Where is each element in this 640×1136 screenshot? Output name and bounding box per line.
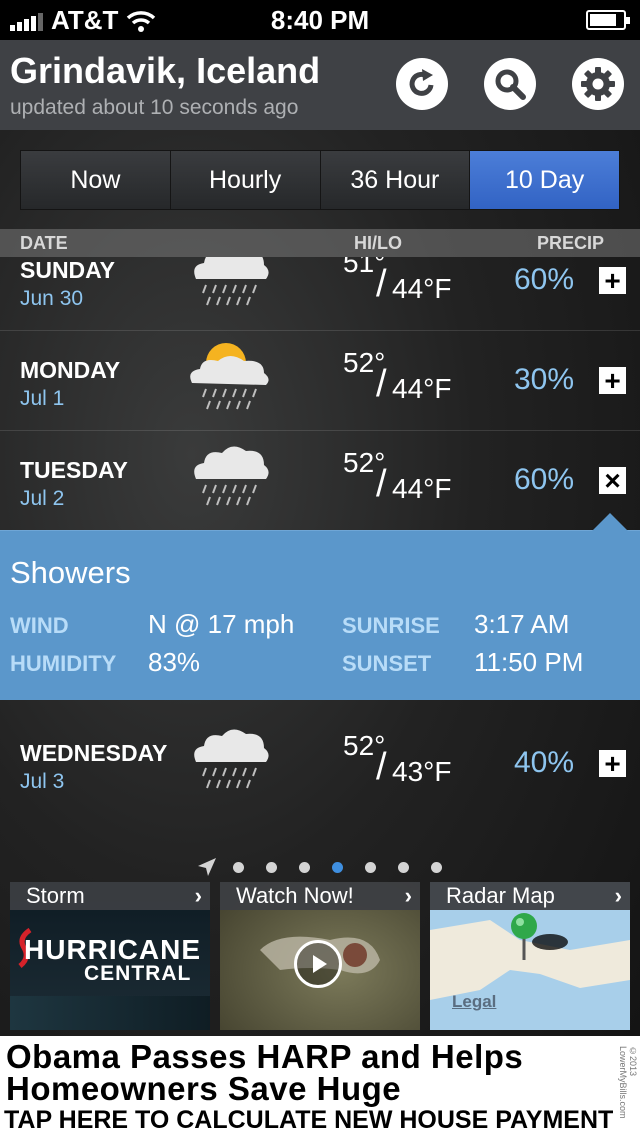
row-date: Jul 3: [20, 770, 65, 793]
tile-title: Watch Now!: [236, 883, 354, 908]
row-day: TUESDAY: [20, 457, 128, 483]
row-precip: 60%: [514, 263, 575, 296]
row-precip: 30%: [514, 363, 575, 396]
column-date: DATE: [20, 233, 68, 253]
play-button[interactable]: [294, 940, 342, 988]
forecast-row-monday[interactable]: MONDAY Jul 1 52° / 44°F 30% +: [0, 331, 640, 431]
collapse-button[interactable]: ×: [599, 467, 626, 495]
storm-tile[interactable]: Storm › HURRICANE CENTRAL: [10, 882, 210, 1030]
battery-icon: [586, 10, 630, 30]
ad-cta: TAP HERE TO CALCULATE NEW HOUSE PAYMENT: [4, 1106, 614, 1134]
page-dot[interactable]: [266, 861, 277, 873]
ad-headline-line2: Homeowners Save Huge: [6, 1070, 402, 1107]
row-low: 44°F: [392, 373, 452, 404]
page-dot[interactable]: [431, 861, 442, 873]
row-day: WEDNESDAY: [20, 740, 168, 766]
row-precip: 60%: [514, 463, 575, 496]
settings-button[interactable]: [572, 58, 624, 110]
wind-value: N @ 17 mph: [148, 609, 295, 639]
clock: 8:40 PM: [270, 5, 370, 35]
hilo-separator: /: [376, 463, 387, 505]
hilo-separator: /: [376, 746, 387, 788]
location-title[interactable]: Grindavik, Iceland: [10, 50, 320, 92]
humidity-value: 83%: [148, 647, 201, 677]
search-icon: [495, 69, 526, 100]
row-day: SUNDAY: [20, 257, 116, 283]
row-date: Jun 30: [20, 287, 84, 310]
hilo-separator: /: [376, 363, 387, 405]
page-dot[interactable]: [299, 861, 310, 873]
day-detail-panel: Showers WIND N @ 17 mph HUMIDITY 83% SUN…: [0, 513, 640, 700]
forecast-row-tuesday[interactable]: TUESDAY Jul 2 52° / 44°F 60% ×: [0, 431, 640, 531]
column-headers: DATE HI/LO PRECIP: [0, 229, 640, 257]
row-date: Jul 2: [20, 487, 65, 510]
chevron-right-icon: ›: [614, 883, 622, 908]
forecast-row-wednesday[interactable]: WEDNESDAY Jul 3 52° / 43°F 40% +: [0, 714, 640, 814]
expand-button[interactable]: +: [599, 267, 626, 295]
tile-header: Watch Now! ›: [220, 882, 420, 910]
row-low: 44°F: [392, 473, 452, 504]
page-indicator[interactable]: [196, 856, 453, 878]
tab-36-hour[interactable]: 36 Hour: [320, 151, 471, 209]
row-precip: 40%: [514, 746, 575, 779]
storm-photo: [10, 996, 210, 1030]
wind-label: WIND: [10, 613, 69, 638]
row-date: Jul 1: [20, 387, 65, 410]
tile-header: Radar Map ›: [430, 882, 630, 910]
tile-title: Radar Map: [446, 883, 555, 908]
rain-cloud-icon: [194, 446, 269, 506]
tab-now[interactable]: Now: [21, 151, 171, 209]
ad-credit: ©2013 LowerMyBills.com: [618, 1046, 638, 1119]
expand-button[interactable]: +: [599, 750, 626, 778]
hurricane-logo-line2: CENTRAL: [84, 962, 192, 985]
refresh-icon: [409, 69, 434, 96]
row-low: 44°F: [392, 273, 452, 304]
sunrise-label: SUNRISE: [342, 613, 440, 638]
tab-hourly[interactable]: Hourly: [170, 151, 321, 209]
sunset-value: 11:50 PM: [474, 647, 584, 677]
tile-title: Storm: [26, 883, 85, 908]
advertisement-banner[interactable]: Obama Passes HARP and Helps Homeowners S…: [0, 1036, 640, 1136]
forecast-row-sunday[interactable]: SUNDAY Jun 30 51° / 44°F 60% +: [0, 257, 640, 331]
refresh-button[interactable]: [396, 58, 448, 110]
page-dot[interactable]: [398, 861, 409, 873]
row-low: 43°F: [392, 756, 452, 787]
gear-icon: [581, 67, 615, 101]
detail-condition: Showers: [10, 555, 131, 590]
video-tile[interactable]: Watch Now! ›: [220, 882, 420, 1030]
row-day: MONDAY: [20, 357, 121, 383]
humidity-label: HUMIDITY: [10, 651, 117, 676]
page-dot-active[interactable]: [332, 861, 343, 873]
page-dot[interactable]: [365, 861, 376, 873]
forecast-tabs: Now Hourly 36 Hour 10 Day: [20, 150, 620, 210]
column-precip: PRECIP: [537, 233, 605, 253]
hilo-separator: /: [376, 263, 387, 305]
location-header: Grindavik, Iceland updated about 10 seco…: [0, 40, 640, 130]
page-dot[interactable]: [233, 861, 244, 873]
expand-button[interactable]: +: [599, 367, 626, 395]
updated-timestamp: updated about 10 seconds ago: [10, 96, 299, 119]
chevron-right-icon: ›: [194, 883, 202, 908]
column-hilo: HI/LO: [354, 233, 402, 253]
map-legal-link[interactable]: Legal: [452, 992, 496, 1012]
tab-10-day[interactable]: 10 Day: [470, 151, 619, 209]
forecast-list[interactable]: SUNDAY Jun 30 51° / 44°F 60% + MONDAY Ju…: [0, 257, 640, 531]
radar-map-tile[interactable]: Radar Map › Legal: [430, 882, 630, 1030]
search-button[interactable]: [484, 58, 536, 110]
sunrise-value: 3:17 AM: [474, 609, 570, 639]
sunset-label: SUNSET: [342, 651, 432, 676]
rain-cloud-icon: [194, 729, 269, 789]
rain-cloud-icon: [194, 257, 269, 306]
map-pin-icon: [511, 913, 568, 960]
sun-rain-cloud-icon: [190, 343, 269, 410]
location-arrow-icon: [198, 858, 216, 876]
tile-header: Storm ›: [10, 882, 210, 910]
play-icon: [313, 955, 327, 973]
chevron-right-icon: ›: [404, 883, 412, 908]
status-bar: AT&T 8:40 PM: [0, 0, 640, 40]
